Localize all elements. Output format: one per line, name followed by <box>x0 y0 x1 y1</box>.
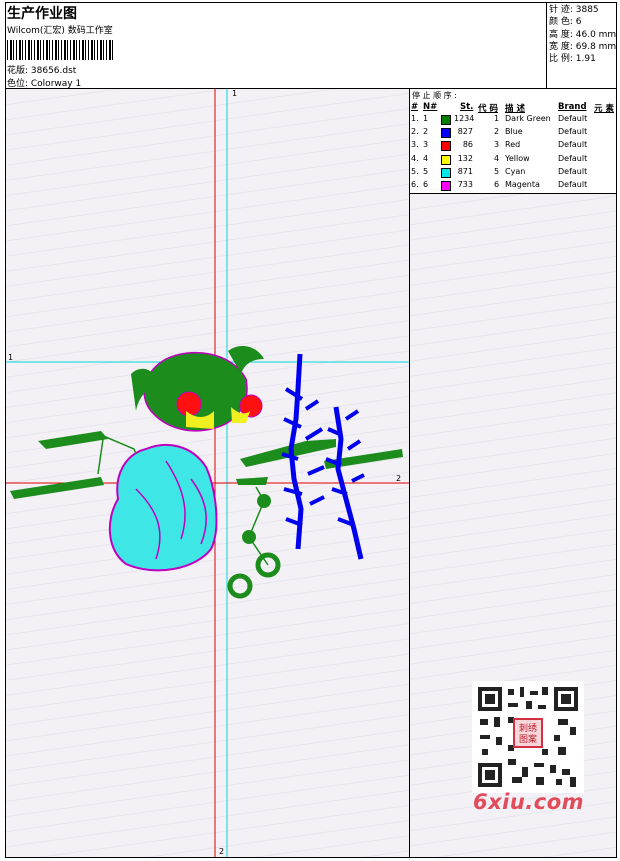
col-header-description: 描 述 <box>505 104 525 114</box>
row-code: 6 <box>494 180 500 189</box>
table-row: 5. 5 871 5 Cyan Default <box>410 167 616 180</box>
stamp-text-bottom: 图案 <box>519 733 537 745</box>
row-brand: Default <box>558 166 588 176</box>
col-header-code: 代 码 <box>478 104 498 114</box>
thread-color-swatch <box>441 141 451 152</box>
row-code: 1 <box>494 114 500 123</box>
thread-color-swatch <box>441 181 451 191</box>
row-brand: Default <box>558 114 588 123</box>
design-canvas[interactable]: 1 1 2 2 <box>6 89 409 857</box>
table-row: 6. 6 733 6 Magenta Default <box>410 180 616 193</box>
col-header-index: # <box>411 102 419 112</box>
row-description: Yellow <box>505 153 530 163</box>
barcode <box>7 40 115 60</box>
design-width: 宽 度: 69.8 mm <box>549 41 617 52</box>
row-stitch-count: 86 <box>462 140 473 150</box>
row-description: Red <box>505 140 521 150</box>
table-row: 1. 1 1234 1 Dark Green Default <box>410 114 616 127</box>
row-description: Dark Green <box>505 114 551 123</box>
design-height: 高 度: 46.0 mm <box>549 29 617 40</box>
row-brand: Default <box>558 180 588 189</box>
table-row: 4. 4 132 4 Yellow Default <box>410 154 616 167</box>
color-count: 颜 色: 6 <box>549 17 582 28</box>
red-axis-bottom-label: 2 <box>219 847 225 856</box>
row-brand: Default <box>558 153 588 163</box>
design-file-label: 花版: 38656.dst <box>7 66 77 76</box>
table-row: 2. 2 827 2 Blue Default <box>410 127 616 140</box>
row-index: 5. <box>411 166 419 176</box>
page-title: 生产作业图 <box>7 6 77 22</box>
cyan-axis-left-label: 1 <box>8 353 14 362</box>
row-stitch-count: 733 <box>457 180 473 189</box>
cyan-axis-top-label: 1 <box>232 89 238 98</box>
design-stats: 针 迹: 3885 颜 色: 6 高 度: 46.0 mm 宽 度: 69.8 … <box>549 4 616 65</box>
row-code: 3 <box>494 140 500 150</box>
col-header-needle: N# <box>423 102 438 112</box>
row-index: 3. <box>411 140 419 150</box>
row-description: Cyan <box>505 166 526 176</box>
row-index: 6. <box>411 180 419 189</box>
row-index: 1. <box>411 114 419 123</box>
row-index: 4. <box>411 153 419 163</box>
row-stitch-count: 827 <box>457 127 473 137</box>
watermark-text: 6xiu.com <box>473 790 585 814</box>
row-needle: 6 <box>423 180 429 189</box>
row-stitch-count: 132 <box>457 153 473 163</box>
row-description: Blue <box>505 127 523 137</box>
stop-sequence-panel: 停 止 顺 序 : # N# St. 代 码 描 述 Brand 元 素 1. 1… <box>410 89 616 193</box>
stamp-text-top: 刺绣 <box>519 722 537 734</box>
row-description: Magenta <box>505 180 540 189</box>
red-axis-right-label: 2 <box>396 474 402 483</box>
stats-divider <box>546 2 547 89</box>
thread-color-swatch <box>441 167 451 178</box>
row-code: 2 <box>494 127 500 137</box>
qr-code: 刺绣 图案 <box>472 681 584 793</box>
table-row: 3. 3 86 3 Red Default <box>410 140 616 153</box>
row-needle: 2 <box>423 127 429 137</box>
row-brand: Default <box>558 140 588 150</box>
row-stitch-count: 871 <box>457 166 473 176</box>
col-header-stitches: St. <box>460 102 474 112</box>
col-header-brand: Brand <box>558 102 587 112</box>
row-needle: 1 <box>423 114 429 123</box>
row-needle: 4 <box>423 153 429 163</box>
row-stitch-count: 1234 <box>454 114 475 123</box>
row-code: 4 <box>494 153 500 163</box>
studio-subtitle: Wilcom(汇宏) 数码工作室 <box>7 26 113 36</box>
stop-sequence-title: 停 止 顺 序 : <box>412 91 457 100</box>
col-header-element: 元 素 <box>594 104 614 114</box>
row-needle: 5 <box>423 166 429 176</box>
stitch-count: 针 迹: 3885 <box>549 5 599 15</box>
row-brand: Default <box>558 127 588 137</box>
row-needle: 3 <box>423 140 429 150</box>
embroidery-preview <box>6 89 409 857</box>
thread-color-swatch <box>441 128 451 139</box>
thread-color-swatch <box>441 115 451 125</box>
row-code: 5 <box>494 166 500 176</box>
thread-color-swatch <box>441 154 451 165</box>
row-index: 2. <box>411 127 419 137</box>
design-scale: 比 例: 1.91 <box>549 54 596 65</box>
